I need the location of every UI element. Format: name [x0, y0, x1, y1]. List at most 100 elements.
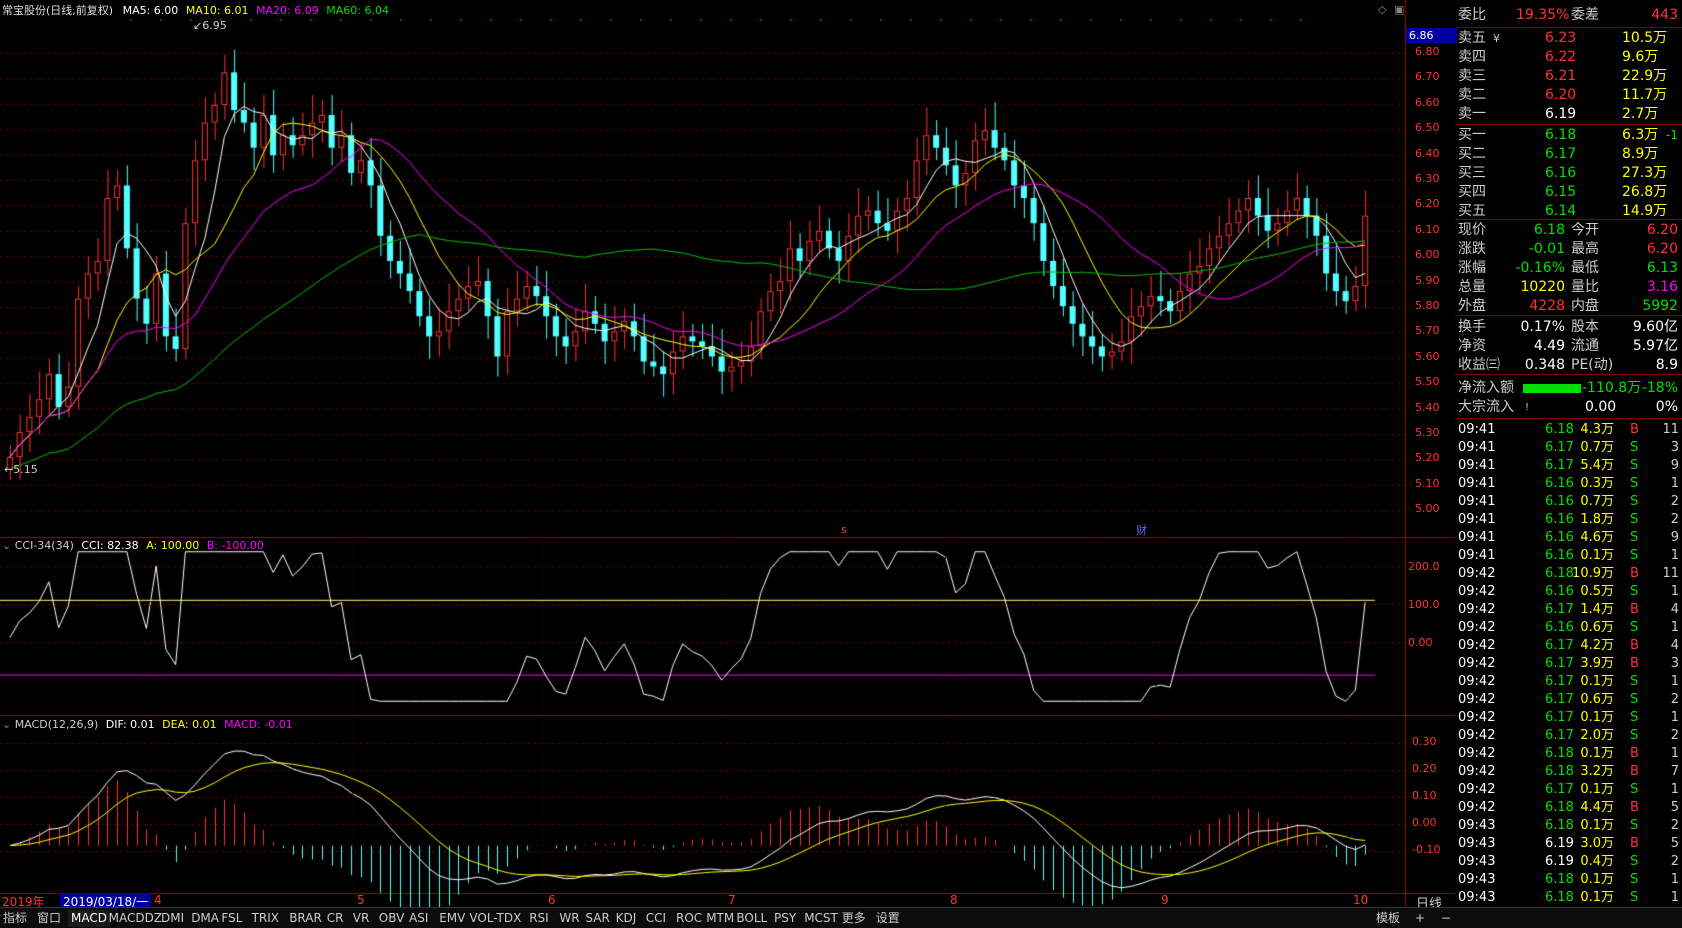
trade-side: S: [1630, 494, 1639, 509]
tab-trix[interactable]: TRIX: [249, 910, 282, 927]
window-icon[interactable]: ▣: [1394, 3, 1404, 16]
tab-mcst[interactable]: MCST: [801, 910, 841, 927]
bid-label: 买三: [1458, 165, 1486, 181]
trade-price: 6.17: [1545, 440, 1574, 455]
price-tick: 5.00: [1415, 502, 1440, 516]
cci-b-value: B: -100.00: [206, 539, 264, 552]
trade-row: 09:42 6.18 4.4万 B 5: [1455, 799, 1682, 817]
stat2-row: 换手 0.17% 股本 9.60亿: [1455, 318, 1682, 337]
trade-price: 6.16: [1545, 584, 1574, 599]
tab-cci[interactable]: CCI: [643, 910, 669, 927]
event-s-marker[interactable]: s: [841, 523, 847, 536]
bid-row[interactable]: 买三 6.16 27.3万: [1455, 164, 1682, 183]
tab-emv[interactable]: EMV: [436, 910, 468, 927]
tab-sar[interactable]: SAR: [582, 910, 612, 927]
month-tick: 7: [728, 893, 736, 907]
tab-macddz[interactable]: MACDDZ: [106, 910, 165, 927]
trade-time: 09:42: [1458, 584, 1496, 599]
tab-roc[interactable]: ROC: [673, 910, 705, 927]
bid-label: 买四: [1458, 184, 1486, 200]
ask-row[interactable]: 卖二 6.20 11.7万: [1455, 86, 1682, 105]
event-cai-marker[interactable]: 财: [1136, 522, 1147, 538]
ask-extra: ¥: [1493, 32, 1500, 45]
tab-brar[interactable]: BRAR: [286, 910, 325, 927]
tab-psy[interactable]: PSY: [771, 910, 799, 927]
tab-mtm[interactable]: MTM: [703, 910, 737, 927]
trade-row: 09:42 6.18 3.2万 B 7: [1455, 763, 1682, 781]
high-mark: ↙6.95: [193, 19, 227, 32]
trade-price: 6.16: [1545, 494, 1574, 509]
ask-row[interactable]: 卖三 6.21 22.9万: [1455, 67, 1682, 86]
trade-side: B: [1630, 602, 1639, 617]
trade-time: 09:43: [1458, 890, 1496, 905]
divider: [1455, 219, 1682, 220]
tab-cr[interactable]: CR: [324, 910, 347, 927]
price-tick: 6.60: [1415, 95, 1440, 109]
stat-label: 现价: [1458, 222, 1486, 238]
tab-macd[interactable]: MACD: [68, 910, 110, 927]
tab-wr[interactable]: WR: [556, 910, 582, 927]
bid-row[interactable]: 买一 6.18 6.3万 -1: [1455, 126, 1682, 145]
trade-side: S: [1630, 584, 1639, 599]
trade-volume: 0.1万: [1580, 746, 1614, 761]
trade-time: 09:41: [1458, 440, 1496, 455]
weibi-label: 委比: [1458, 7, 1486, 23]
trade-side: S: [1630, 530, 1639, 545]
stat-label: 总量: [1458, 279, 1486, 295]
trade-volume: 0.6万: [1580, 620, 1614, 635]
tab-指标[interactable]: 指标: [0, 910, 30, 927]
tab-rsi[interactable]: RSI: [526, 910, 552, 927]
stat-value: 6.20: [1646, 241, 1678, 257]
trade-time: 09:42: [1458, 728, 1496, 743]
tab-窗口[interactable]: 窗口: [34, 910, 64, 927]
bid-price: 6.16: [1545, 165, 1577, 181]
trade-volume: 1.4万: [1580, 602, 1614, 617]
kline-chart-canvas[interactable]: [0, 0, 1455, 907]
trade-count: 3: [1670, 440, 1679, 455]
chevron-down-icon[interactable]: ⌄: [2, 539, 11, 552]
tab-right-1[interactable]: +: [1412, 910, 1428, 927]
bid-row[interactable]: 买四 6.15 26.8万: [1455, 183, 1682, 202]
bid-row[interactable]: 买二 6.17 8.9万: [1455, 145, 1682, 164]
tab-vol-tdx[interactable]: VOL-TDX: [466, 910, 524, 927]
divider: [1455, 374, 1682, 375]
trade-time: 09:41: [1458, 512, 1496, 527]
month-tick: 8: [950, 893, 958, 907]
trade-volume: 0.7万: [1580, 440, 1614, 455]
tab-obv[interactable]: OBV: [376, 910, 408, 927]
bid-volume: 8.9万: [1622, 146, 1659, 162]
tab-dma[interactable]: DMA: [188, 910, 222, 927]
stat-label: 最低: [1571, 260, 1599, 276]
ask-row[interactable]: 卖四 6.22 9.6万: [1455, 48, 1682, 67]
tab-right-2[interactable]: −: [1438, 910, 1454, 927]
tab-更多[interactable]: 更多: [839, 910, 869, 927]
trade-count: 1: [1670, 890, 1679, 905]
tab-boll[interactable]: BOLL: [733, 910, 770, 927]
weicha-value: 443: [1651, 7, 1678, 23]
tab-vr[interactable]: VR: [350, 910, 373, 927]
chevron-down-icon[interactable]: ⌄: [2, 718, 11, 731]
trade-price: 6.16: [1545, 530, 1574, 545]
tab-设置[interactable]: 设置: [873, 910, 903, 927]
diamond-icon[interactable]: ◇: [1378, 3, 1386, 16]
trade-count: 1: [1670, 872, 1679, 887]
trade-row: 09:41 6.17 5.4万 S 9: [1455, 457, 1682, 475]
cci-title: CCI-34(34): [14, 539, 74, 552]
tab-dmi[interactable]: DMI: [158, 910, 187, 927]
macd-dea: DEA: 0.01: [162, 718, 217, 731]
trade-price: 6.19: [1545, 854, 1574, 869]
trade-volume: 0.1万: [1580, 674, 1614, 689]
divider: [1455, 27, 1682, 28]
tab-fsl[interactable]: FSL: [218, 910, 245, 927]
tab-kdj[interactable]: KDJ: [613, 910, 640, 927]
stat-row: 涨幅 -0.16% 最低 6.13: [1455, 259, 1682, 278]
ask-row[interactable]: 卖一 6.19 2.7万: [1455, 105, 1682, 124]
low-mark: ←5.15: [4, 463, 38, 476]
stat-value: 6.18: [1533, 222, 1565, 238]
tab-asi[interactable]: ASI: [406, 910, 431, 927]
ask-row[interactable]: 卖五 ¥6.23 10.5万: [1455, 29, 1682, 48]
tab-right-0[interactable]: 模板: [1373, 910, 1403, 927]
trade-side: B: [1630, 836, 1639, 851]
trade-volume: 1.8万: [1580, 512, 1614, 527]
ask-volume: 10.5万: [1622, 30, 1668, 46]
